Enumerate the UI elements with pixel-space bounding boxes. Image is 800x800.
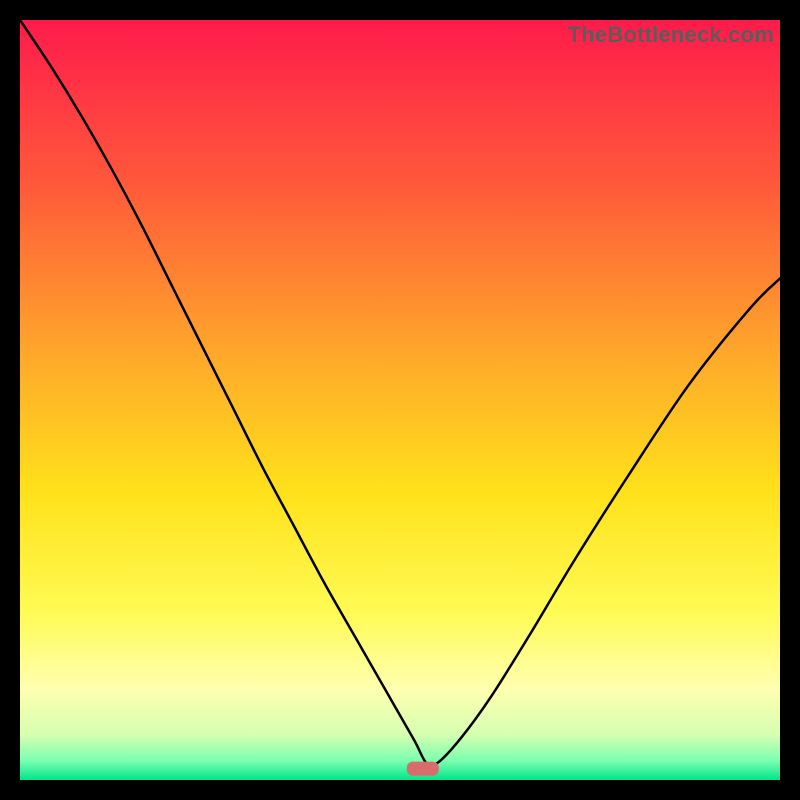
bottleneck-chart xyxy=(20,20,780,780)
watermark-label: TheBottleneck.com xyxy=(568,22,774,48)
gradient-background xyxy=(20,20,780,780)
optimal-marker xyxy=(407,762,439,776)
plot-area: TheBottleneck.com xyxy=(20,20,780,780)
chart-frame: TheBottleneck.com xyxy=(0,0,800,800)
